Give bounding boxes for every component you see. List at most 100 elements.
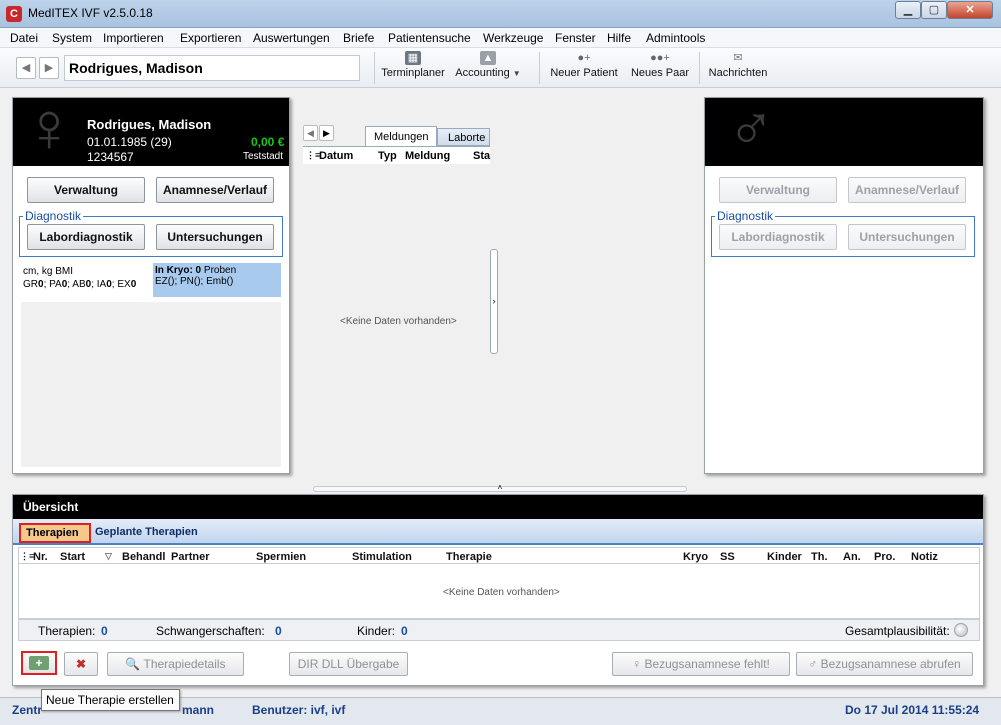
splitter-handle[interactable]: ˄ (313, 484, 687, 492)
menu-auswertungen[interactable]: Auswertungen (253, 31, 330, 45)
col-start[interactable]: Start (60, 551, 85, 563)
menu-patientensuche[interactable]: Patientensuche (388, 31, 471, 45)
col-partner[interactable]: Partner (171, 551, 210, 563)
dir-dll-button[interactable]: DIR DLL Übergabe (289, 652, 408, 676)
mail-icon: ✉ (733, 52, 743, 64)
partner-verwaltung-button[interactable]: Verwaltung (719, 177, 837, 203)
tab-geplante-therapien[interactable]: Geplante Therapien (95, 526, 198, 538)
delete-therapy-button[interactable]: ✖ (64, 652, 98, 676)
back-button[interactable]: ◀ (16, 57, 36, 79)
female-symbol-icon: ♀ (23, 88, 76, 166)
kryo-info: In Kryo: 0 Proben EZ(); PN(); Emb() (153, 263, 281, 297)
filter-icon[interactable]: ▽ (105, 551, 112, 562)
patient-balance: 0,00 € (251, 135, 285, 149)
new-therapy-button[interactable]: + (21, 651, 57, 675)
schwangerschaften-count: 0 (275, 624, 282, 638)
menu-exportieren[interactable]: Exportieren (180, 31, 241, 45)
window-title: MedITEX IVF v2.5.0.18 (28, 6, 153, 20)
col-nr[interactable]: Nr. (33, 551, 48, 563)
terminplaner-button[interactable]: ▦ Terminplaner (380, 51, 446, 85)
center-column-header: ⋮≡ Datum Typ Meldung Sta (303, 147, 490, 164)
bezugsanamnese-fehlt-button[interactable]: ♀ Bezugsanamnese fehlt! (612, 652, 790, 676)
partner-labordiagnostik-button[interactable]: Labordiagnostik (719, 224, 837, 250)
verwaltung-button[interactable]: Verwaltung (27, 177, 145, 203)
menu-admintools[interactable]: Admintools (646, 31, 705, 45)
tab-scroll-right-button[interactable]: ▶ (319, 125, 334, 141)
male-symbol-icon: ♂ (727, 92, 775, 164)
new-couple-icon: ●●+ (650, 52, 670, 64)
partner-anamnese-button[interactable]: Anamnese/Verlauf (848, 177, 966, 203)
col-typ[interactable]: Typ (378, 150, 397, 162)
menu-system[interactable]: System (52, 31, 92, 45)
menu-hilfe[interactable]: Hilfe (607, 31, 631, 45)
patient-id: 1234567 (87, 150, 134, 164)
new-patient-button[interactable]: ●+ Neuer Patient (548, 51, 620, 85)
status-user: Benutzer: ivf, ivf (252, 703, 346, 717)
plausibility-indicator-icon (954, 623, 968, 637)
maximize-button[interactable]: ▢ (921, 1, 947, 19)
tab-laborte[interactable]: Laborte (437, 128, 490, 146)
tab-meldungen[interactable]: Meldungen (365, 126, 437, 146)
new-patient-label: Neuer Patient (550, 67, 618, 79)
menu-briefe[interactable]: Briefe (343, 31, 374, 45)
partner-diagnostik-label: Diagnostik (715, 209, 776, 223)
bezugsanamnese-abrufen-button[interactable]: ♂ Bezugsanamnese abrufen (796, 652, 973, 676)
partner-untersuchungen-button[interactable]: Untersuchungen (848, 224, 966, 250)
therapiedetails-button[interactable]: 🔍 Therapiedetails (107, 652, 244, 676)
therapiedetails-label: Therapiedetails (143, 657, 226, 671)
forward-button[interactable]: ▶ (39, 57, 59, 79)
col-kryo[interactable]: Kryo (683, 551, 708, 563)
anamnese-button[interactable]: Anamnese/Verlauf (156, 177, 274, 203)
tab-scroll-left-button[interactable]: ◀ (303, 125, 318, 141)
menu-fenster[interactable]: Fenster (555, 31, 596, 45)
col-kinder[interactable]: Kinder (767, 551, 802, 563)
diagnostik-label: Diagnostik (23, 209, 84, 223)
col-spermien[interactable]: Spermien (256, 551, 306, 563)
overview-tabs: Therapien Geplante Therapien (13, 519, 983, 545)
col-therapie[interactable]: Therapie (446, 551, 492, 563)
col-datum[interactable]: Datum (319, 150, 353, 162)
bmi-line: cm, kg BMI (23, 266, 74, 277)
title-bar: C MedITEX IVF v2.5.0.18 ▁ ▢ ✕ (0, 0, 1001, 28)
toolbar-separator (374, 52, 375, 84)
col-behandl[interactable]: Behandl (122, 551, 165, 563)
calendar-icon: ▦ (405, 51, 421, 65)
accounting-button[interactable]: ▲ Accounting ▼ (455, 51, 521, 85)
center-empty-text: <Keine Daten vorhanden> (340, 316, 457, 327)
col-th[interactable]: Th. (811, 551, 828, 563)
messages-button[interactable]: ✉ Nachrichten (706, 51, 770, 85)
col-pro[interactable]: Pro. (874, 551, 895, 563)
menu-werkzeuge[interactable]: Werkzeuge (483, 31, 543, 45)
menu-datei[interactable]: Datei (10, 31, 38, 45)
toolbar-separator (699, 52, 700, 84)
status-doctor: mann (182, 703, 215, 717)
menu-importieren[interactable]: Importieren (103, 31, 164, 45)
col-notiz[interactable]: Notiz (911, 551, 938, 563)
menu-bar: Datei System Importieren Exportieren Aus… (0, 28, 1001, 48)
messages-label: Nachrichten (708, 67, 768, 79)
col-ss[interactable]: SS (720, 551, 735, 563)
male-header: ♂ (705, 92, 983, 166)
tooltip: Neue Therapie erstellen (41, 689, 180, 711)
therapy-empty-text: <Keine Daten vorhanden> (443, 587, 560, 598)
female-small-icon: ♀ (632, 657, 642, 671)
col-sta[interactable]: Sta (473, 150, 490, 162)
status-datetime: Do 17 Jul 2014 11:55:24 (845, 703, 980, 717)
accounting-label: Accounting (455, 67, 510, 79)
toolbar-separator (539, 52, 540, 84)
new-couple-label: Neues Paar (630, 67, 690, 79)
male-partner-panel: ♂ Verwaltung Anamnese/Verlauf Diagnostik… (704, 92, 984, 474)
toolbar: ◀ ▶ Rodrigues, Madison ▦ Terminplaner ▲ … (0, 48, 1001, 88)
collapse-handle[interactable]: › (490, 249, 498, 354)
untersuchungen-button[interactable]: Untersuchungen (156, 224, 274, 250)
tab-therapien[interactable]: Therapien (19, 523, 91, 543)
patient-name-field[interactable]: Rodrigues, Madison (64, 55, 360, 81)
delete-icon: ✖ (75, 657, 87, 671)
col-stimulation[interactable]: Stimulation (352, 551, 412, 563)
new-couple-button[interactable]: ●●+ Neues Paar (628, 51, 692, 85)
labordiagnostik-button[interactable]: Labordiagnostik (27, 224, 145, 250)
col-meldung[interactable]: Meldung (405, 150, 450, 162)
minimize-button[interactable]: ▁ (895, 1, 921, 19)
col-an[interactable]: An. (843, 551, 861, 563)
close-button[interactable]: ✕ (947, 1, 993, 19)
